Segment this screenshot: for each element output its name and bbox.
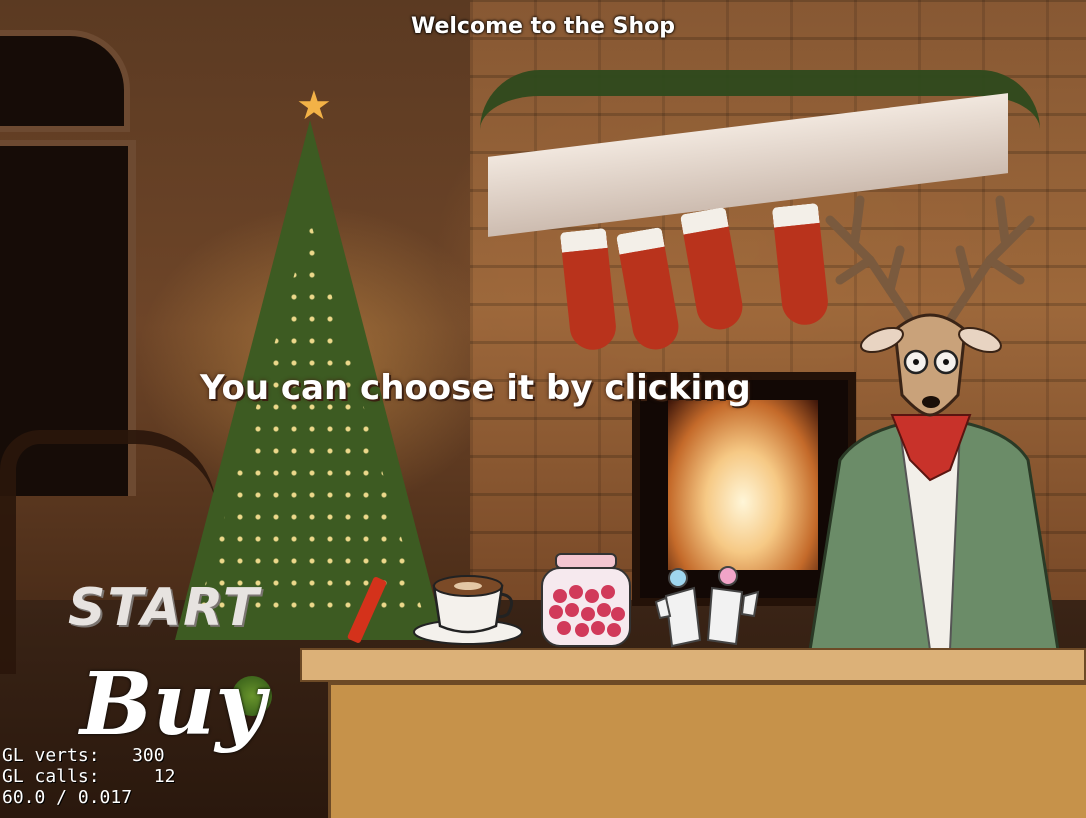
candy-jar-icon[interactable] [536, 552, 636, 648]
page-title: Welcome to the Shop [410, 14, 676, 39]
counter-front [328, 682, 1086, 818]
hint-text: You can choose it by clicking [200, 368, 751, 408]
gl-verts-value: 300 [132, 745, 165, 766]
counter-top [300, 648, 1086, 682]
buy-button[interactable]: Buy [80, 650, 270, 760]
coffee-cup-icon[interactable] [412, 566, 524, 646]
arched-window-top [0, 30, 130, 132]
gl-calls-label: GL calls: [2, 766, 100, 787]
star-icon: ★ [296, 83, 332, 129]
game-scene: ★ Welcome to the Shop You can choose it … [0, 0, 1086, 818]
gl-calls-value: 12 [153, 766, 176, 787]
fps-readout: 60.0 / 0.017 [2, 787, 133, 808]
deer-shopkeeper [808, 195, 1060, 650]
gl-verts-label: GL verts: [2, 745, 100, 766]
fire [668, 400, 818, 570]
debug-stats: GL verts: 300 GL calls: 12 60.0 / 0.017 [2, 745, 175, 808]
mittens-icon[interactable] [648, 566, 768, 648]
start-button[interactable]: START [68, 578, 268, 648]
